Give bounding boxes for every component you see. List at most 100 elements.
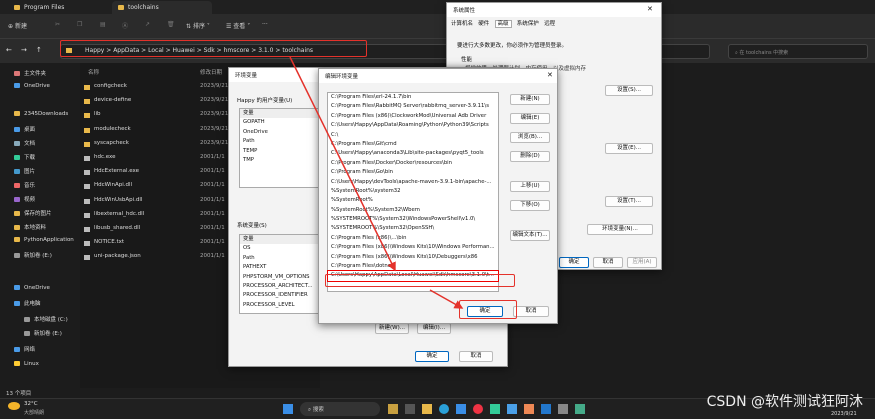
list-item[interactable]: TMP — [240, 156, 318, 165]
path-entry[interactable]: C:\Users\Happy\devTools\apache-maven-3.9… — [328, 178, 498, 187]
sidebar-item-this-pc[interactable]: 此电脑 — [14, 299, 41, 307]
sidebar-item-saved-pictures[interactable]: 保存的图片 — [14, 209, 52, 217]
path-entry[interactable]: C:\Program Files\erl-24.1.7\bin — [328, 93, 498, 102]
path-entry[interactable]: C:\Program Files\Go\bin — [328, 168, 498, 177]
path-entry[interactable]: C:\Users\Happy\AppData\Roaming\Python\Py… — [328, 121, 498, 130]
edit-var-button[interactable]: 编辑(I)... — [417, 323, 451, 334]
path-entry[interactable]: C:\ — [328, 131, 498, 140]
more-icon[interactable]: ··· — [262, 21, 268, 28]
store-icon[interactable] — [456, 404, 466, 414]
file-explorer-icon[interactable] — [422, 404, 432, 414]
sidebar-item-desktop[interactable]: 桌面 — [14, 125, 35, 133]
sidebar-item-linux[interactable]: Linux — [14, 361, 39, 367]
tab-computer-name[interactable]: 计算机名 — [451, 21, 473, 27]
column-header[interactable]: 变量 — [240, 109, 318, 119]
app-icon[interactable] — [490, 404, 500, 414]
sidebar-item-music[interactable]: 音乐 — [14, 181, 35, 189]
sidebar-item-python-app[interactable]: PythonApplication — [14, 237, 74, 243]
chrome-icon[interactable] — [473, 404, 483, 414]
edit-entry-button[interactable]: 编辑(E) — [510, 113, 550, 124]
ok-button[interactable]: 确定 — [415, 351, 449, 362]
path-entry[interactable]: C:\Program Files (x86)\...\bin — [328, 234, 498, 243]
app-icon[interactable] — [388, 404, 398, 414]
startup-settings-button[interactable]: 设置(T)... — [605, 196, 653, 207]
search-input[interactable]: ⌕ 在 toolchains 中搜索 — [728, 44, 868, 59]
new-button[interactable]: ⊕ 新建 — [8, 21, 27, 30]
tab-remote[interactable]: 远程 — [544, 21, 555, 27]
apply-button[interactable]: 应用(A) — [627, 257, 657, 268]
clock[interactable]: 2023/9/21 — [831, 411, 857, 417]
path-entry[interactable]: %SYSTEMROOT%\System32\WindowsPowerShell\… — [328, 215, 498, 224]
path-entry[interactable]: C:\Program Files (x86)\ClockworkMod\Univ… — [328, 112, 498, 121]
env-vars-button[interactable]: 环境变量(N)... — [587, 224, 653, 235]
sidebar-item-downloads[interactable]: 下载 — [14, 153, 35, 161]
list-item[interactable]: GOPATH — [240, 118, 318, 127]
app-icon[interactable] — [507, 404, 517, 414]
list-item[interactable]: Path — [240, 254, 318, 263]
path-entries-list[interactable]: C:\Program Files\erl-24.1.7\bin C:\Progra… — [327, 92, 499, 292]
tab-system-protection[interactable]: 系统保护 — [517, 21, 539, 27]
path-entry[interactable]: %SystemRoot%\system32 — [328, 187, 498, 196]
back-icon[interactable]: ← — [6, 46, 12, 54]
delete-entry-button[interactable]: 删除(D) — [510, 151, 550, 162]
list-item[interactable]: PHPSTORM_VM_OPTIONS — [240, 273, 318, 282]
move-down-button[interactable]: 下移(O) — [510, 200, 550, 211]
profile-settings-button[interactable]: 设置(E)... — [605, 143, 653, 154]
sidebar-item-onedrive2[interactable]: OneDrive — [14, 285, 50, 291]
path-entry[interactable]: C:\Users\Happy\anaconda3\Lib\site-packag… — [328, 149, 498, 158]
task-view-icon[interactable] — [405, 404, 415, 414]
list-item[interactable]: PROCESSOR_IDENTIFIER — [240, 291, 318, 300]
share-icon[interactable]: ↗ — [145, 21, 150, 28]
path-entry[interactable]: %SystemRoot%\System32\Wbem — [328, 206, 498, 215]
sidebar-item-drive-e2[interactable]: 新加卷 (E:) — [24, 329, 62, 337]
cut-icon[interactable]: ✂ — [55, 21, 60, 28]
view-button[interactable]: ☰ 查看 ˅ — [226, 21, 250, 30]
tab-advanced[interactable]: 高级 — [494, 20, 512, 28]
column-header-date[interactable]: 修改日期 — [200, 68, 222, 76]
rename-icon[interactable]: Ⓐ — [122, 21, 128, 30]
sidebar-item-home[interactable]: 主文件夹 — [14, 69, 46, 77]
weather-temp[interactable]: 32°C — [24, 401, 38, 407]
move-up-button[interactable]: 上移(U) — [510, 181, 550, 192]
delete-icon[interactable]: 🗑 — [167, 21, 175, 28]
new-var-button[interactable]: 新建(W)... — [375, 323, 409, 334]
tab-hardware[interactable]: 硬件 — [478, 21, 489, 27]
list-item[interactable]: TEMP — [240, 147, 318, 156]
new-entry-button[interactable]: 新建(N) — [510, 94, 550, 105]
list-item[interactable]: PROCESSOR_LEVEL — [240, 301, 318, 310]
list-item[interactable]: OS — [240, 244, 318, 253]
browse-button[interactable]: 浏览(B)... — [510, 132, 550, 143]
path-entry[interactable]: C:\Program Files\RabbitMQ Server\rabbitm… — [328, 102, 498, 111]
sidebar-item-pictures[interactable]: 图片 — [14, 167, 35, 175]
windows-start-icon[interactable] — [283, 404, 293, 414]
tab-toolchains[interactable]: toolchains — [112, 1, 212, 14]
app-icon[interactable] — [524, 404, 534, 414]
close-icon[interactable]: ✕ — [547, 71, 553, 79]
sidebar-item-drive-c[interactable]: 本地磁盘 (C:) — [24, 315, 68, 323]
sidebar-item-downloads2345[interactable]: 2345Downloads — [14, 111, 68, 117]
column-header-name[interactable]: 名称 — [88, 68, 99, 76]
list-item[interactable]: PATHEXT — [240, 263, 318, 272]
user-vars-list[interactable]: 变量 GOPATH OneDrive Path TEMP TMP — [239, 108, 319, 188]
path-entry[interactable]: %SYSTEMROOT%\System32\OpenSSH\ — [328, 224, 498, 233]
list-item[interactable]: OneDrive — [240, 128, 318, 137]
path-entry[interactable]: C:\Program Files (x86)\Windows Kits\10\W… — [328, 243, 498, 252]
edit-text-button[interactable]: 编辑文本(T)... — [510, 230, 550, 241]
cancel-button[interactable]: 取消 — [459, 351, 493, 362]
path-entry[interactable]: %SystemRoot% — [328, 196, 498, 205]
sidebar-item-drive-e[interactable]: 新加卷 (E:) — [14, 251, 52, 259]
list-item[interactable]: PROCESSOR_ARCHITECT... — [240, 282, 318, 291]
system-vars-list[interactable]: 变量 OS Path PATHEXT PHPSTORM_VM_OPTIONS P… — [239, 234, 319, 314]
copy-icon[interactable]: ❐ — [77, 21, 82, 28]
cancel-button[interactable]: 取消 — [593, 257, 623, 268]
tab-program-files[interactable]: Program Files — [8, 1, 70, 14]
sidebar-item-local-data[interactable]: 本地资料 — [14, 223, 46, 231]
close-icon[interactable]: ✕ — [647, 5, 653, 13]
sidebar-item-videos[interactable]: 视频 — [14, 195, 35, 203]
forward-icon[interactable]: → — [21, 46, 27, 54]
cancel-button[interactable]: 取消 — [513, 306, 549, 317]
vscode-icon[interactable] — [541, 404, 551, 414]
column-header[interactable]: 变量 — [240, 235, 318, 245]
sidebar-item-onedrive[interactable]: OneDrive — [14, 83, 50, 89]
path-entry[interactable]: C:\Program Files\Docker\Docker\resources… — [328, 159, 498, 168]
